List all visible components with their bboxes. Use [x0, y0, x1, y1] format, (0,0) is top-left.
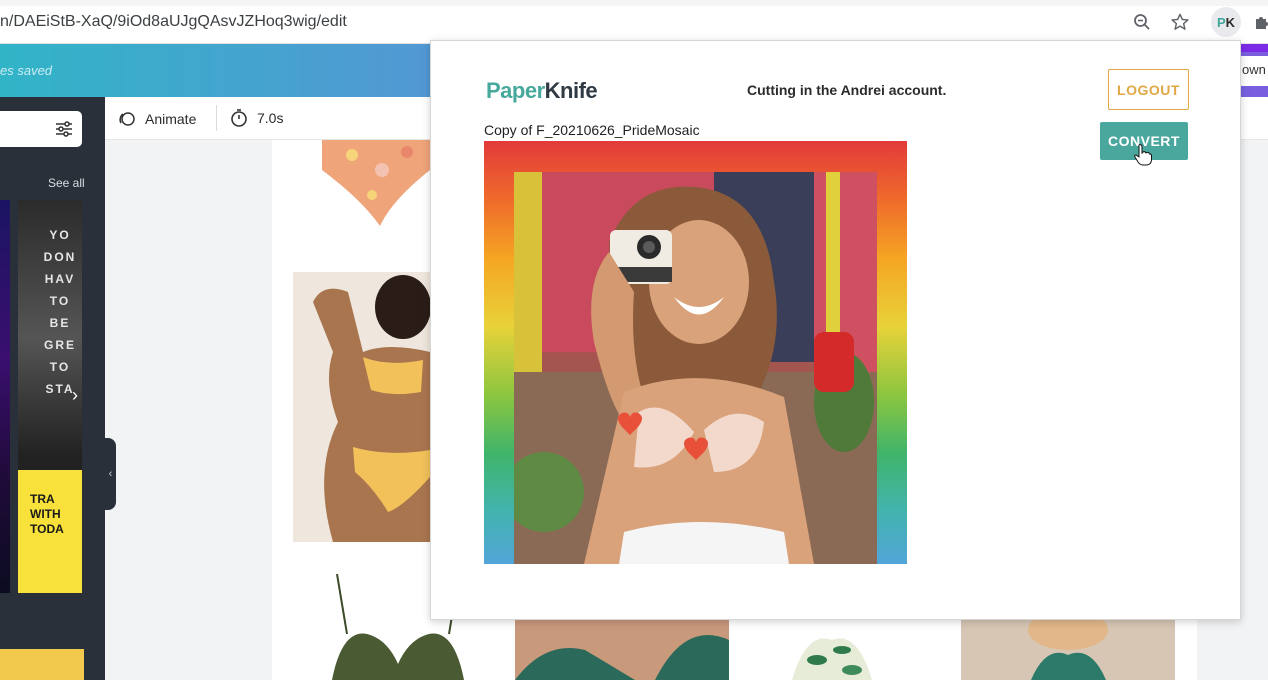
chevron-left-icon: ‹ [108, 468, 113, 480]
poster-yellow-text: TRA WITH TODA [30, 492, 64, 536]
account-message: Cutting in the Andrei account. [747, 82, 947, 98]
download-button[interactable]: own [1238, 56, 1268, 86]
product-image-yellow-bikini[interactable] [293, 272, 430, 542]
puzzle-icon[interactable] [1252, 12, 1268, 32]
logo-paper: Paper [486, 78, 545, 103]
template-thumbnail[interactable] [0, 649, 84, 680]
animate-button[interactable]: Animate [117, 109, 196, 129]
tab-strip [0, 0, 1268, 6]
design-preview [484, 141, 907, 564]
paperknife-extension-icon[interactable]: PK [1211, 7, 1241, 37]
share-button-edge[interactable] [1240, 44, 1268, 52]
design-name: Copy of F_20210626_PrideMosaic [484, 122, 700, 138]
logout-button[interactable]: LOGOUT [1108, 69, 1189, 110]
paperknife-popup: PaperKnife Cutting in the Andrei account… [430, 40, 1241, 620]
templates-panel: See all YO DON HAV TO BE GRE TO STA TRA … [0, 97, 105, 680]
product-image-floral-bikini[interactable] [322, 140, 430, 228]
paperknife-logo: PaperKnife [486, 78, 598, 104]
toolbar-divider [216, 105, 217, 131]
preview-photo [514, 172, 877, 564]
poster-text: YO DON HAV TO BE GRE TO STA [43, 228, 77, 396]
product-image-green-bra[interactable] [515, 620, 729, 680]
timer-icon [231, 109, 247, 127]
product-image-palm-halter[interactable] [782, 620, 882, 680]
filter-icon[interactable] [54, 119, 74, 139]
poster-yellow-block: TRA WITH TODA [18, 470, 82, 593]
chevron-right-icon[interactable]: › [72, 385, 78, 406]
template-thumbnail[interactable] [0, 200, 10, 593]
duration-button[interactable]: 7.0s [229, 108, 283, 128]
duration-label: 7.0s [257, 110, 284, 126]
extension-badge-k: K [1225, 14, 1236, 30]
zoom-icon[interactable] [1132, 12, 1152, 32]
hand-pointer-icon [1134, 144, 1152, 166]
product-image-teal-lace-top[interactable] [961, 620, 1175, 680]
browser-toolbar: n/DAEiStB-XaQ/9iOd8aUJgQAsvJZHoq3wig/edi… [0, 0, 1268, 44]
star-icon[interactable] [1170, 12, 1190, 32]
extension-badge-p: P [1216, 14, 1226, 30]
address-bar-url[interactable]: n/DAEiStB-XaQ/9iOd8aUJgQAsvJZHoq3wig/edi… [0, 13, 347, 31]
logo-knife: Knife [544, 78, 598, 103]
animate-icon [119, 112, 135, 126]
collapse-panel-button[interactable]: ‹ [105, 438, 116, 510]
animate-label: Animate [145, 111, 197, 127]
template-search-input[interactable] [0, 111, 82, 147]
see-all-link[interactable]: See all [48, 176, 85, 190]
save-status: es saved [0, 63, 53, 78]
